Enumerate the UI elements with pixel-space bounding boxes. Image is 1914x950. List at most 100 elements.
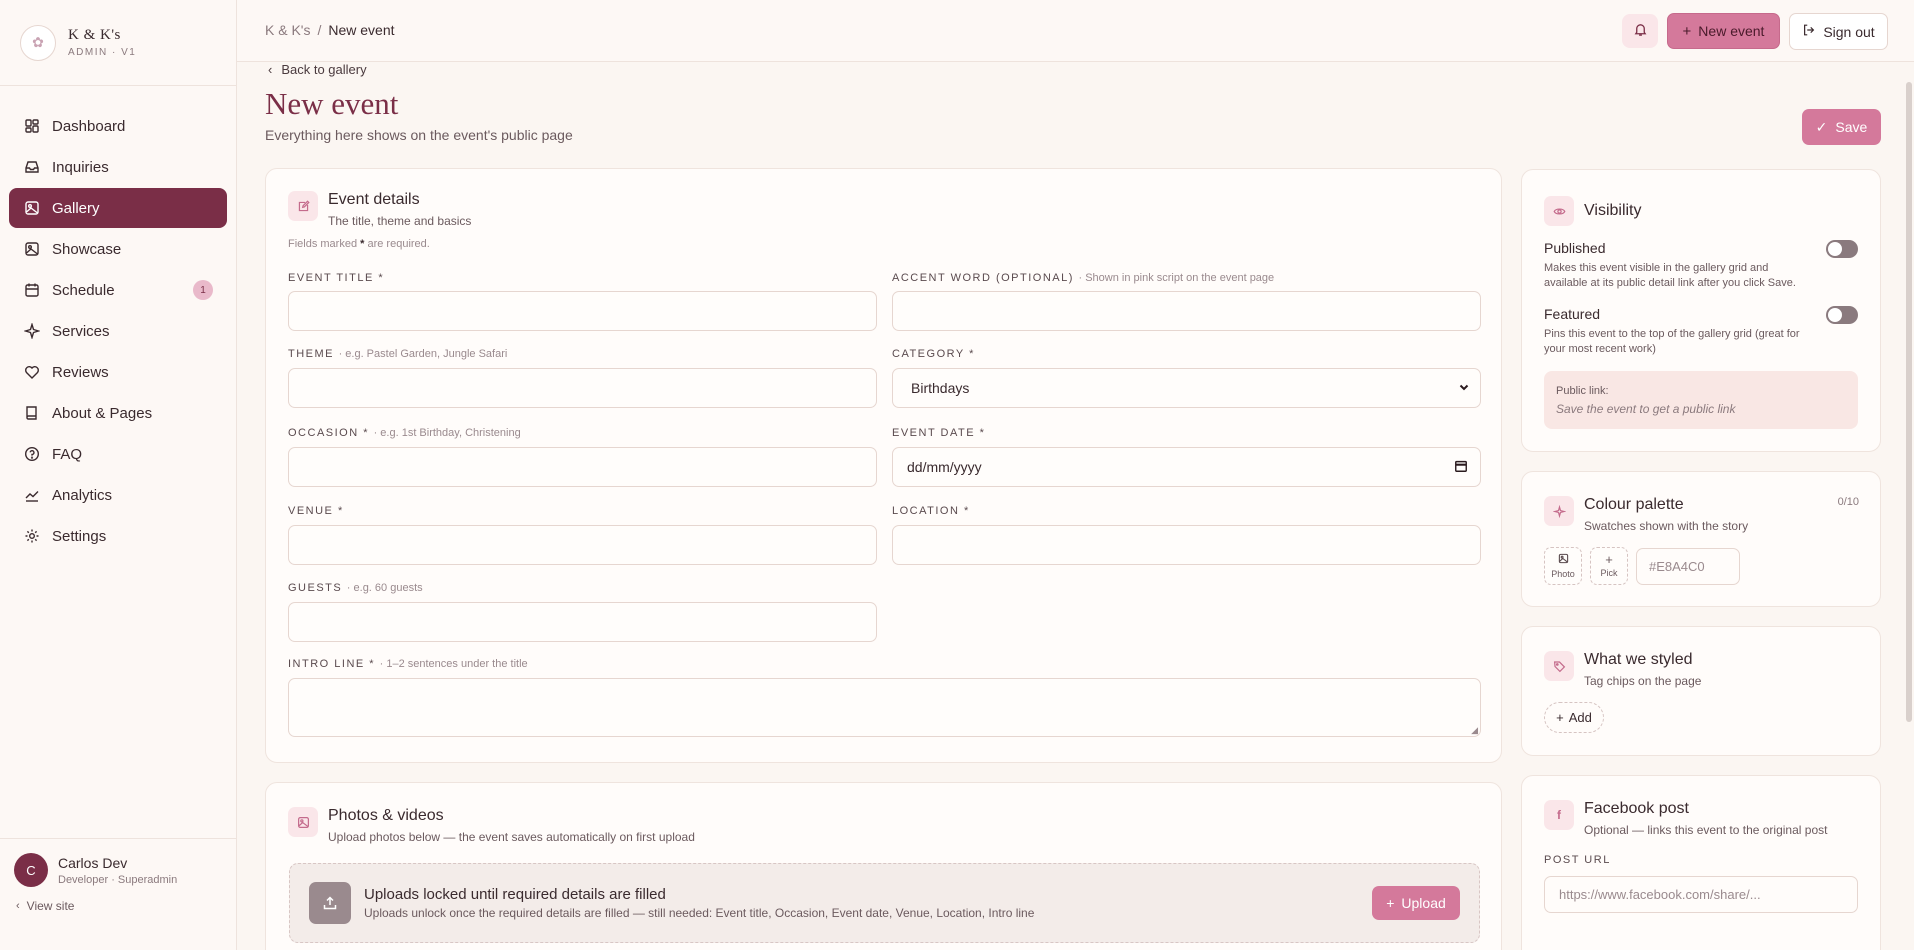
published-toggle[interactable] — [1826, 240, 1858, 258]
topbar: K & K's / New event + New event Sign out — [237, 0, 1914, 62]
theme-label: THEME · e.g. Pastel Garden, Jungle Safar… — [288, 348, 508, 360]
sidebar-item-schedule[interactable]: Schedule 1 — [9, 270, 227, 310]
gear-icon — [23, 527, 41, 545]
avatar: C — [14, 853, 48, 887]
sidebar-item-faq[interactable]: FAQ — [9, 434, 227, 474]
public-link-box: Public link: Save the event to get a pub… — [1544, 371, 1858, 429]
upload-locked-description: Uploads unlock once the required details… — [364, 906, 1035, 920]
guests-label: GUESTS · e.g. 60 guests — [288, 582, 423, 594]
heart-icon — [23, 363, 41, 381]
featured-toggle[interactable] — [1826, 306, 1858, 324]
event-title-input[interactable] — [288, 291, 877, 331]
sidebar-item-gallery[interactable]: Gallery — [9, 188, 227, 228]
user-profile[interactable]: C Carlos Dev Developer · Superadmin — [14, 853, 222, 887]
inbox-icon — [23, 158, 41, 176]
facebook-header: f Facebook post Optional — links this ev… — [1544, 800, 1827, 837]
view-site-link[interactable]: ‹ View site — [14, 899, 222, 913]
schedule-count-badge: 1 — [193, 280, 213, 300]
plus-icon: + — [1556, 710, 1564, 725]
facebook-icon: f — [1544, 800, 1574, 830]
location-input[interactable] — [892, 525, 1481, 565]
breadcrumb-separator: / — [317, 22, 322, 38]
breadcrumb-root[interactable]: K & K's — [265, 22, 310, 38]
brand-logo[interactable]: ✿ — [20, 24, 56, 61]
breadcrumb-current: New event — [328, 22, 395, 38]
card-subtitle: The title, theme and basics — [328, 214, 472, 228]
brand: ✿ K & K's ADMIN · V1 — [0, 0, 236, 86]
sidebar-item-analytics[interactable]: Analytics — [9, 475, 227, 515]
sidebar-item-label: Gallery — [52, 199, 100, 217]
sidebar-footer: C Carlos Dev Developer · Superadmin ‹ Vi… — [0, 838, 236, 950]
accent-word-input[interactable] — [892, 291, 1481, 331]
category-value: Birthdays — [911, 380, 970, 396]
sign-out-button[interactable]: Sign out — [1789, 13, 1888, 50]
add-label: Add — [1568, 710, 1592, 725]
published-description: Makes this event visible in the gallery … — [1544, 262, 1796, 289]
view-site-label: View site — [26, 899, 75, 913]
intro-line-label: INTRO LINE * · 1–2 sentences under the t… — [288, 658, 528, 670]
sidebar-item-inquiries[interactable]: Inquiries — [9, 147, 227, 187]
featured-description: Pins this event to the top of the galler… — [1544, 328, 1800, 355]
sidebar-item-label: Settings — [52, 527, 107, 545]
palette-header: Colour palette Swatches shown with the s… — [1544, 496, 1748, 533]
sparkle-icon — [23, 322, 41, 340]
upload-dropzone[interactable]: Uploads locked until required details ar… — [289, 863, 1480, 943]
image-icon — [1558, 553, 1569, 566]
card-title: Event details — [328, 191, 420, 208]
sidebar-item-showcase[interactable]: Showcase — [9, 229, 227, 269]
add-tag-button[interactable]: + Add — [1544, 702, 1604, 733]
save-button[interactable]: ✓ Save — [1802, 109, 1881, 145]
sidebar-item-label: Services — [52, 322, 110, 340]
page-scrollbar[interactable] — [1906, 82, 1912, 722]
back-to-gallery-link[interactable]: ‹ Back to gallery — [268, 62, 367, 77]
post-url-input[interactable]: https://www.facebook.com/share/... — [1544, 876, 1858, 913]
hex-color-input[interactable]: #E8A4C0 — [1636, 548, 1740, 585]
intro-line-textarea[interactable]: ◢ — [288, 678, 1481, 737]
sidebar-item-label: About & Pages — [52, 404, 153, 422]
dashboard-icon — [23, 117, 41, 135]
event-title-label: EVENT TITLE * — [288, 272, 385, 284]
palette-count: 0/10 — [1837, 496, 1859, 508]
photos-header: Photos & videos Upload photos below — th… — [288, 807, 695, 844]
featured-label: Featured — [1544, 306, 1601, 322]
guests-input[interactable] — [288, 602, 877, 642]
new-event-label: New event — [1698, 23, 1765, 39]
card-title: Colour palette — [1584, 496, 1684, 513]
sidebar-item-about-pages[interactable]: About & Pages — [9, 393, 227, 433]
sidebar-item-label: FAQ — [52, 445, 83, 463]
calendar-icon[interactable] — [1454, 459, 1468, 476]
sidebar-item-services[interactable]: Services — [9, 311, 227, 351]
new-event-button[interactable]: + New event — [1667, 13, 1780, 49]
check-icon: ✓ — [1815, 118, 1828, 135]
sidebar-item-label: Inquiries — [52, 158, 109, 176]
event-date-input[interactable]: dd/mm/yyyy — [892, 447, 1481, 487]
upload-locked-title: Uploads locked until required details ar… — [364, 886, 666, 903]
pick-label: Pick — [1600, 568, 1618, 578]
pick-swatch-button[interactable]: + Pick — [1590, 547, 1628, 585]
photo-swatch-button[interactable]: Photo — [1544, 547, 1582, 585]
category-select[interactable]: Birthdays — [892, 368, 1481, 408]
what-we-styled-card: What we styled Tag chips on the page — [1521, 626, 1881, 756]
chevron-down-icon — [1458, 380, 1470, 396]
sidebar-item-reviews[interactable]: Reviews — [9, 352, 227, 392]
sidebar-nav: Dashboard Inquiries Gallery Showcase Sch… — [0, 86, 236, 556]
venue-input[interactable] — [288, 525, 877, 565]
colour-palette-card: Colour palette Swatches shown with the s… — [1521, 471, 1881, 607]
plus-icon: + — [1682, 22, 1692, 40]
sidebar-item-settings[interactable]: Settings — [9, 516, 227, 556]
upload-button[interactable]: + Upload — [1372, 886, 1460, 920]
occasion-input[interactable] — [288, 447, 877, 487]
theme-input[interactable] — [288, 368, 877, 408]
styled-header: What we styled Tag chips on the page — [1544, 651, 1701, 688]
resize-handle-icon[interactable]: ◢ — [1471, 725, 1478, 736]
page-title: New event — [265, 86, 399, 121]
gallery-icon — [23, 199, 41, 217]
event-date-value: dd/mm/yyyy — [907, 459, 982, 475]
visibility-header: Visibility — [1544, 196, 1642, 226]
plus-icon: + — [1605, 552, 1613, 567]
sidebar-item-label: Dashboard — [52, 117, 126, 135]
notifications-button[interactable] — [1622, 14, 1658, 48]
sidebar-item-dashboard[interactable]: Dashboard — [9, 106, 227, 146]
occasion-label: OCCASION * · e.g. 1st Birthday, Christen… — [288, 427, 521, 439]
card-title: Visibility — [1584, 202, 1642, 219]
